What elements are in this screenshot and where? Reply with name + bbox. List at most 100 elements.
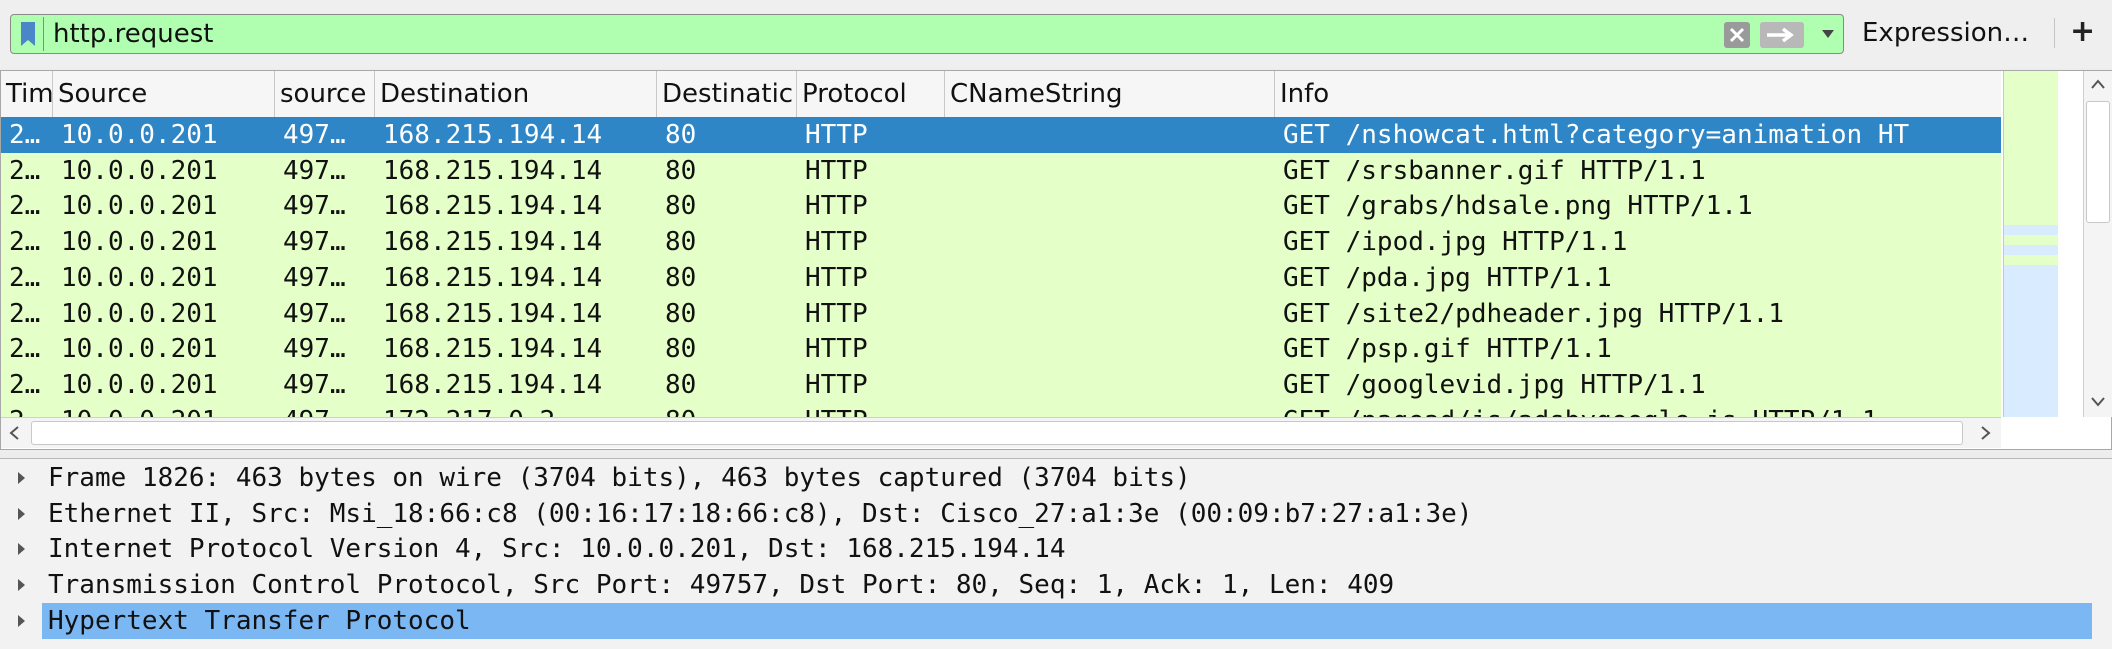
cell-cnamestring: [945, 260, 1275, 296]
column-header-protocol[interactable]: Protocol: [797, 71, 945, 117]
expand-arrow-icon[interactable]: [18, 543, 25, 556]
cell-source: 10.0.0.201: [53, 403, 275, 417]
packet-list: Tim Source source Destination Destinatic…: [0, 70, 2112, 450]
cell-destination-port: 80: [665, 334, 697, 365]
filter-history-dropdown-icon[interactable]: [1821, 29, 1835, 39]
detail-tree-label: Frame 1826: 463 bytes on wire (3704 bits…: [48, 463, 1191, 493]
filter-text[interactable]: http.request: [53, 19, 213, 49]
scroll-down-icon[interactable]: [2091, 397, 2105, 407]
detail-tree-item[interactable]: Transmission Control Protocol, Src Port:…: [0, 567, 2112, 603]
horizontal-scroll-thumb[interactable]: [31, 421, 1963, 445]
cell-destination: 172.217.0.2: [375, 403, 657, 417]
packet-list-vertical-scrollbar[interactable]: [2083, 71, 2112, 417]
column-header-destination[interactable]: Destination: [375, 71, 657, 117]
detail-tree-item[interactable]: Ethernet II, Src: Msi_18:66:c8 (00:16:17…: [0, 496, 2112, 532]
packet-row[interactable]: 2… 10.0.0.201 497… 168.215.194.14 80 HTTP GET …: [1, 188, 2001, 225]
cell-destination-port: 80: [665, 191, 697, 222]
cell-source-port: 497…: [275, 403, 375, 417]
detail-tree-label: Internet Protocol Version 4, Src: 10.0.0…: [48, 534, 1066, 565]
cell-source-port: 497…: [283, 191, 346, 222]
column-header-time[interactable]: Tim: [1, 71, 53, 117]
bookmark-icon[interactable]: [19, 21, 37, 47]
cell-source-port: 497…: [283, 262, 346, 293]
detail-tree-item[interactable]: Internet Protocol Version 4, Src: 10.0.0…: [0, 531, 2112, 567]
expand-arrow-icon[interactable]: [18, 507, 25, 520]
detail-tree-label: Hypertext Transfer Protocol: [42, 602, 2092, 639]
minimap-mark: [2004, 265, 2058, 417]
cell-cnamestring: [945, 188, 1275, 224]
cell-cnamestring: [945, 224, 1275, 260]
cell-destination: 168.215.194.14: [383, 262, 603, 293]
cell-cnamestring: [945, 153, 1275, 189]
cell-info: GET /ipod.jpg HTTP/1.1: [1283, 227, 1628, 258]
cell-destination-port: 80: [665, 262, 697, 293]
toolbar-separator: [2054, 18, 2055, 48]
packet-rows: 2… 10.0.0.201 497… 168.215.194.14 80 HTTP GET …: [1, 117, 2001, 417]
packet-row[interactable]: 2… 10.0.0.201 497… 168.215.194.14 80 HTTP GET …: [1, 224, 2001, 261]
expression-button[interactable]: Expression…: [1862, 16, 2029, 50]
packet-row[interactable]: 2… 10.0.0.201 497… 168.215.194.14 80 HTTP GET …: [1, 366, 2001, 403]
detail-tree-item[interactable]: Hypertext Transfer Protocol: [0, 602, 2112, 639]
cell-protocol: HTTP: [805, 369, 868, 400]
vertical-scroll-thumb[interactable]: [2086, 101, 2110, 223]
cell-time: 2…: [9, 369, 41, 400]
column-header-cnamestring[interactable]: CNameString: [945, 71, 1275, 117]
packet-row[interactable]: 2… 10.0.0.201 497… 168.215.194.14 80 HTTP GET …: [1, 117, 2001, 153]
cell-source: 10.0.0.201: [61, 120, 218, 150]
clear-icon[interactable]: [1723, 21, 1751, 49]
scroll-right-icon[interactable]: [1981, 426, 1991, 440]
expand-arrow-icon[interactable]: [18, 579, 25, 592]
cell-source-port: 497…: [283, 155, 346, 186]
apply-arrow-icon[interactable]: [1759, 21, 1805, 49]
cell-destination: 168.215.194.14: [383, 120, 603, 150]
column-header-source[interactable]: Source: [53, 71, 275, 117]
cell-info: GET /site2/pdheader.jpg HTTP/1.1: [1283, 298, 1784, 329]
cell-destination-port: 80: [665, 369, 697, 400]
scroll-up-icon[interactable]: [2091, 79, 2105, 89]
scroll-left-icon[interactable]: [9, 426, 19, 440]
cell-destination: 168.215.194.14: [383, 227, 603, 258]
column-header-destination-port[interactable]: Destinatic: [657, 71, 797, 117]
cell-time: 2…: [9, 262, 41, 293]
cell-cnamestring: [945, 117, 1275, 153]
cell-destination-port: 80: [665, 227, 697, 258]
add-filter-button[interactable]: +: [2070, 12, 2095, 52]
cell-time: 2…: [9, 155, 41, 186]
packet-list-header: Tim Source source Destination Destinatic…: [1, 71, 2001, 118]
cell-source-port: 497…: [283, 298, 346, 329]
packet-row[interactable]: 2… 10.0.0.201 497… 168.215.194.14 80 HTTP GET …: [1, 295, 2001, 332]
packet-row[interactable]: 2… 10.0.0.201 497… 168.215.194.14 80 HTTP GET …: [1, 259, 2001, 296]
cell-source: 10.0.0.201: [61, 334, 218, 365]
cell-destination-port: 80: [657, 403, 797, 417]
cell-source: 10.0.0.201: [61, 227, 218, 258]
cell-time: 2…: [9, 334, 41, 365]
packet-row[interactable]: 2… 10.0.0.201 497… 168.215.194.14 80 HTTP GET …: [1, 152, 2001, 189]
cell-protocol: HTTP: [805, 298, 868, 329]
cell-cnamestring: [945, 331, 1275, 367]
display-filter-toolbar: http.request Expression… +: [0, 0, 2112, 68]
packet-row[interactable]: 2… 10.0.0.201 497… 168.215.194.14 80 HTTP GET …: [1, 331, 2001, 368]
cell-source-port: 497…: [283, 227, 346, 258]
cell-cnamestring: [945, 403, 1275, 417]
cell-source: 10.0.0.201: [61, 262, 218, 293]
cell-info: GET /googlevid.jpg HTTP/1.1: [1283, 369, 1706, 400]
column-header-source-port[interactable]: source: [275, 71, 375, 117]
display-filter-input[interactable]: http.request: [10, 14, 1844, 54]
packet-list-horizontal-scrollbar[interactable]: [1, 417, 2001, 448]
minimap-mark: [2004, 245, 2058, 255]
cell-time: 2…: [1, 403, 53, 417]
cell-cnamestring: [945, 367, 1275, 403]
packet-row[interactable]: 2…10.0.0.201497…172.217.0.280HTTP GET /pa…: [1, 402, 2001, 417]
cell-destination: 168.215.194.14: [383, 334, 603, 365]
packet-minimap[interactable]: [2003, 71, 2058, 417]
column-header-info[interactable]: Info: [1275, 71, 2001, 117]
expand-arrow-icon[interactable]: [18, 472, 25, 484]
cell-protocol: HTTP: [805, 334, 868, 365]
cell-cnamestring: [945, 296, 1275, 332]
cell-protocol: HTTP: [797, 403, 945, 417]
detail-tree-item[interactable]: Frame 1826: 463 bytes on wire (3704 bits…: [0, 460, 2112, 496]
cell-source: 10.0.0.201: [61, 191, 218, 222]
cell-destination-port: 80: [665, 155, 697, 186]
cell-source: 10.0.0.201: [61, 298, 218, 329]
expand-arrow-icon[interactable]: [18, 614, 25, 627]
